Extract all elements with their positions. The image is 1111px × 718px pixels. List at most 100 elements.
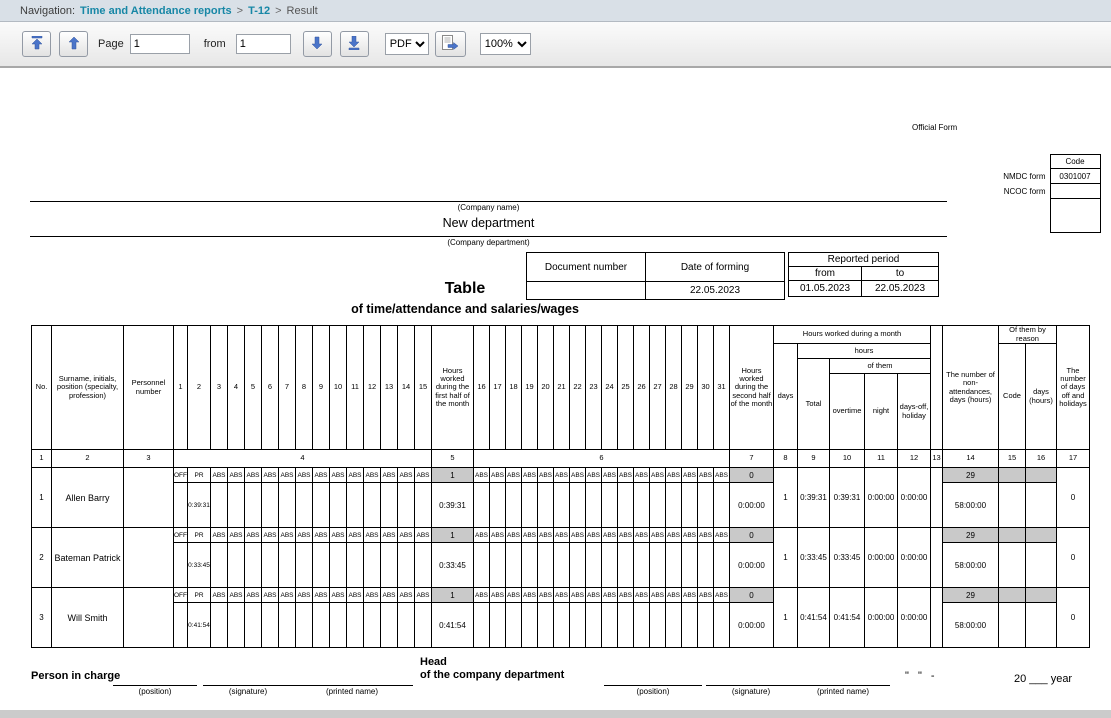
code-box: Code NMDC form 0301007 NCOC form (1000, 154, 1101, 233)
day-status: ABS (262, 588, 279, 603)
header-cell: 2 (188, 326, 211, 450)
overtime-hours: 0:33:45 (830, 528, 865, 588)
day-status: ABS (586, 528, 602, 543)
second-half-days: 0 (730, 528, 774, 543)
day-status: ABS (538, 588, 554, 603)
day-status: ABS (296, 528, 313, 543)
reason-code-value (999, 603, 1026, 648)
day-status: ABS (586, 588, 602, 603)
first-half-days: 1 (432, 468, 474, 483)
employee-name: Allen Barry (52, 468, 124, 528)
day-hours (570, 603, 586, 648)
period-to-label: to (862, 267, 939, 281)
day-status: ABS (554, 588, 570, 603)
day-status: ABS (698, 468, 714, 483)
day-hours (330, 603, 347, 648)
header-cell: night (865, 374, 898, 450)
attendance-table: No.Surname, initials, position (specialt… (31, 325, 1090, 648)
day-status: ABS (245, 468, 262, 483)
day-status: ABS (313, 528, 330, 543)
company-name-line (30, 201, 947, 202)
header-cell: The number of non-attendances, days (hou… (943, 326, 999, 450)
zoom-select[interactable]: 100% (480, 33, 531, 55)
day-status: ABS (490, 528, 506, 543)
day-hours (174, 603, 188, 648)
day-hours (313, 483, 330, 528)
reason-code-value (999, 543, 1026, 588)
export-button[interactable] (435, 31, 466, 57)
day-status: ABS (228, 528, 245, 543)
personnel-number (124, 528, 174, 588)
day-hours (650, 483, 666, 528)
day-status: OFF (174, 468, 188, 483)
day-hours (618, 603, 634, 648)
day-status: ABS (347, 468, 364, 483)
day-status: ABS (364, 588, 381, 603)
page-input[interactable] (130, 34, 190, 54)
previous-page-button[interactable] (59, 31, 88, 57)
day-status: ABS (381, 588, 398, 603)
second-half-total: 0:00:00 (730, 603, 774, 648)
day-hours (228, 483, 245, 528)
day-status: PR (188, 588, 211, 603)
day-hours (714, 483, 730, 528)
day-hours (650, 603, 666, 648)
company-department-caption: (Company department) (30, 238, 947, 247)
last-page-button[interactable] (340, 31, 369, 57)
day-status: ABS (313, 588, 330, 603)
date-of-forming-header: Date of forming (646, 253, 785, 282)
page-label: Page (98, 38, 124, 50)
reason-days (1026, 528, 1057, 543)
day-hours (381, 483, 398, 528)
header-cell: Hours worked during the second half of t… (730, 326, 774, 450)
next-page-icon (311, 36, 323, 53)
total-pages-input[interactable] (236, 34, 291, 54)
header-cell: 27 (650, 326, 666, 450)
day-status: ABS (364, 468, 381, 483)
day-hours (415, 483, 432, 528)
day-hours (602, 543, 618, 588)
header-cell: Total (798, 359, 830, 450)
reason-days (1026, 588, 1057, 603)
header-cell: 15 (415, 326, 432, 450)
breadcrumb-link-reports[interactable]: Time and Attendance reports (80, 5, 232, 17)
first-page-button[interactable] (22, 31, 51, 57)
day-status: ABS (398, 528, 415, 543)
breadcrumb-link-t12[interactable]: T-12 (248, 5, 270, 17)
reason-code (999, 468, 1026, 483)
header-cell: 31 (714, 326, 730, 450)
day-status: ABS (522, 528, 538, 543)
day-status: ABS (666, 588, 682, 603)
header-cell: 15 (999, 450, 1026, 468)
reason-days-value (1026, 603, 1057, 648)
personnel-number (124, 468, 174, 528)
day-status: ABS (714, 468, 730, 483)
header-cell: No. (32, 326, 52, 450)
report-subtitle: of time/attendance and salaries/wages (30, 302, 900, 316)
day-status: ABS (570, 528, 586, 543)
header-cell: 14 (398, 326, 415, 450)
head-signature-slot-position: (position) (604, 678, 702, 696)
day-status: ABS (650, 528, 666, 543)
header-cell: hours (798, 344, 931, 359)
signature-line (706, 678, 796, 686)
day-hours (474, 483, 490, 528)
column-13 (931, 468, 943, 528)
reason-code (999, 528, 1026, 543)
from-label: from (204, 38, 226, 50)
export-format-select[interactable]: PDF (385, 33, 429, 55)
month-days: 1 (774, 588, 798, 648)
header-cell: 23 (586, 326, 602, 450)
header-cell (931, 326, 943, 450)
header-cell: 28 (666, 326, 682, 450)
day-status: ABS (228, 468, 245, 483)
day-status: ABS (381, 468, 398, 483)
day-hours (364, 543, 381, 588)
day-status: ABS (602, 588, 618, 603)
person-in-charge-label: Person in charge (31, 670, 120, 682)
reported-period-header: Reported period (789, 253, 939, 267)
day-status: ABS (211, 468, 228, 483)
day-status: ABS (415, 468, 432, 483)
days-off-holidays: 0 (1057, 528, 1090, 588)
next-page-button[interactable] (303, 31, 332, 57)
